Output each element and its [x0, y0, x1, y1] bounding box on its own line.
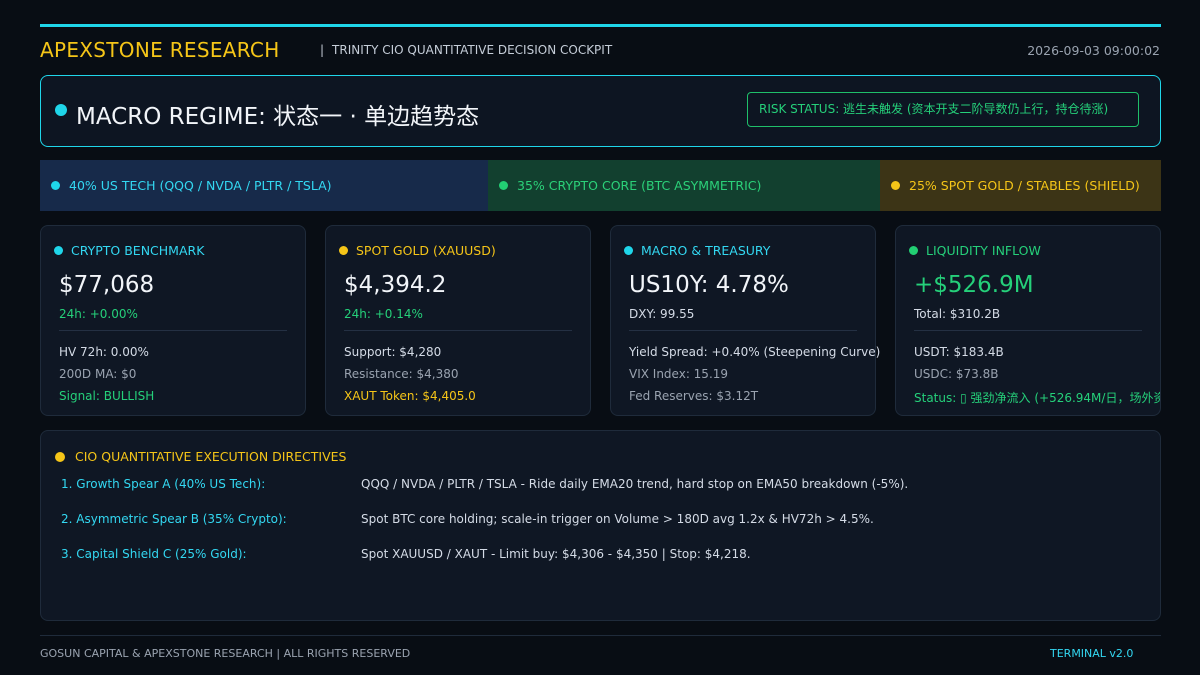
footer-divider — [40, 635, 1161, 636]
card-header: LIQUIDITY INFLOW — [909, 243, 1041, 258]
yield-spread: Yield Spread: +0.40% (Steepening Curve) — [629, 345, 881, 359]
btc-hv: HV 72h: 0.00% — [59, 345, 149, 359]
directive-text: Spot XAUUSD / XAUT - Limit buy: $4,306 -… — [361, 547, 751, 561]
gold-change: 24h: +0.14% — [344, 307, 423, 321]
directives-header: CIO QUANTITATIVE EXECUTION DIRECTIVES — [55, 449, 346, 464]
stablecoin-total: Total: $310.2B — [914, 307, 1001, 321]
card-divider — [344, 330, 572, 331]
gold-price: $4,394.2 — [344, 272, 447, 298]
dxy-value: DXY: 99.55 — [629, 307, 695, 321]
vix-index: VIX Index: 15.19 — [629, 367, 729, 381]
card-title: MACRO & TREASURY — [641, 243, 771, 258]
brand-title: APEXSTONE RESEARCH — [40, 38, 280, 62]
card-divider — [914, 330, 1142, 331]
allocation-label: 25% SPOT GOLD / STABLES (SHIELD) — [909, 178, 1140, 193]
footer-copyright: GOSUN CAPITAL & APEXSTONE RESEARCH | ALL… — [40, 647, 411, 660]
directives-title: CIO QUANTITATIVE EXECUTION DIRECTIVES — [75, 449, 347, 464]
allocation-dot-icon — [499, 181, 508, 190]
btc-ma: 200D MA: $0 — [59, 367, 137, 381]
regime-title: MACRO REGIME: 状态一 · 单边趋势态 — [76, 104, 480, 130]
allocation-dot-icon — [891, 181, 900, 190]
directive-label: 2. Asymmetric Spear B (35% Crypto): — [61, 512, 287, 526]
card-header: MACRO & TREASURY — [624, 243, 770, 258]
usdc-supply: USDC: $73.8B — [914, 367, 999, 381]
subtitle-separator: | — [320, 43, 325, 57]
top-accent-rule — [40, 24, 1161, 27]
regime-indicator-icon — [55, 104, 67, 116]
card-title: LIQUIDITY INFLOW — [926, 243, 1041, 258]
page-subtitle: | TRINITY CIO QUANTITATIVE DECISION COCKP… — [320, 43, 612, 57]
card-dot-icon — [624, 246, 633, 255]
allocation-dot-icon — [51, 181, 60, 190]
xaut-token: XAUT Token: $4,405.0 — [344, 389, 476, 403]
directive-text: Spot BTC core holding; scale-in trigger … — [361, 512, 874, 526]
btc-price: $77,068 — [59, 272, 155, 298]
subtitle-text: TRINITY CIO QUANTITATIVE DECISION COCKPI… — [332, 43, 613, 57]
execution-directives-panel: CIO QUANTITATIVE EXECUTION DIRECTIVES 1.… — [40, 430, 1161, 621]
btc-signal: Signal: BULLISH — [59, 389, 155, 403]
macro-treasury-card: MACRO & TREASURY US10Y: 4.78% DXY: 99.55… — [610, 225, 880, 416]
card-title: SPOT GOLD (XAUUSD) — [356, 243, 496, 258]
terminal-version: TERMINAL v2.0 — [1050, 647, 1134, 660]
us10y-yield: US10Y: 4.78% — [629, 272, 789, 298]
card-header: CRYPTO BENCHMARK — [54, 243, 204, 258]
fed-reserves: Fed Reserves: $3.12T — [629, 389, 759, 403]
directive-label: 3. Capital Shield C (25% Gold): — [61, 547, 247, 561]
btc-change: 24h: +0.00% — [59, 307, 138, 321]
directive-text: QQQ / NVDA / PLTR / TSLA - Ride daily EM… — [361, 477, 909, 491]
card-title: CRYPTO BENCHMARK — [71, 243, 205, 258]
liquidity-status: Status: ▯ 强劲净流入 (+526.94M/日，场外资金持续进场) — [914, 391, 1161, 405]
card-dot-icon — [909, 246, 918, 255]
card-header: SPOT GOLD (XAUUSD) — [339, 243, 496, 258]
allocation-crypto: 35% CRYPTO CORE (BTC ASYMMETRIC) — [488, 160, 880, 211]
gold-support: Support: $4,280 — [344, 345, 442, 359]
card-dot-icon — [339, 246, 348, 255]
directive-label: 1. Growth Spear A (40% US Tech): — [61, 477, 266, 491]
spot-gold-card: SPOT GOLD (XAUUSD) $4,394.2 24h: +0.14% … — [325, 225, 591, 416]
directives-dot-icon — [55, 451, 65, 462]
risk-status-badge: RISK STATUS: 逃生未触发 (资本开支二阶导数仍上行，持仓待涨) — [747, 92, 1139, 127]
gold-resistance: Resistance: $4,380 — [344, 367, 459, 381]
allocation-label: 40% US TECH (QQQ / NVDA / PLTR / TSLA) — [69, 178, 332, 193]
card-dot-icon — [54, 246, 63, 255]
allocation-gold: 25% SPOT GOLD / STABLES (SHIELD) — [880, 160, 1161, 211]
timestamp: 2026-09-03 09:00:02 — [1027, 43, 1160, 58]
net-inflow: +$526.9M — [914, 272, 1034, 298]
macro-regime-panel: MACRO REGIME: 状态一 · 单边趋势态 RISK STATUS: 逃… — [40, 75, 1161, 147]
crypto-benchmark-card: CRYPTO BENCHMARK $77,068 24h: +0.00% HV … — [40, 225, 306, 416]
allocation-us-tech: 40% US TECH (QQQ / NVDA / PLTR / TSLA) — [40, 160, 488, 211]
card-divider — [629, 330, 857, 331]
liquidity-inflow-card: LIQUIDITY INFLOW +$526.9M Total: $310.2B… — [895, 225, 1161, 416]
card-divider — [59, 330, 287, 331]
allocation-label: 35% CRYPTO CORE (BTC ASYMMETRIC) — [517, 178, 762, 193]
usdt-supply: USDT: $183.4B — [914, 345, 1004, 359]
